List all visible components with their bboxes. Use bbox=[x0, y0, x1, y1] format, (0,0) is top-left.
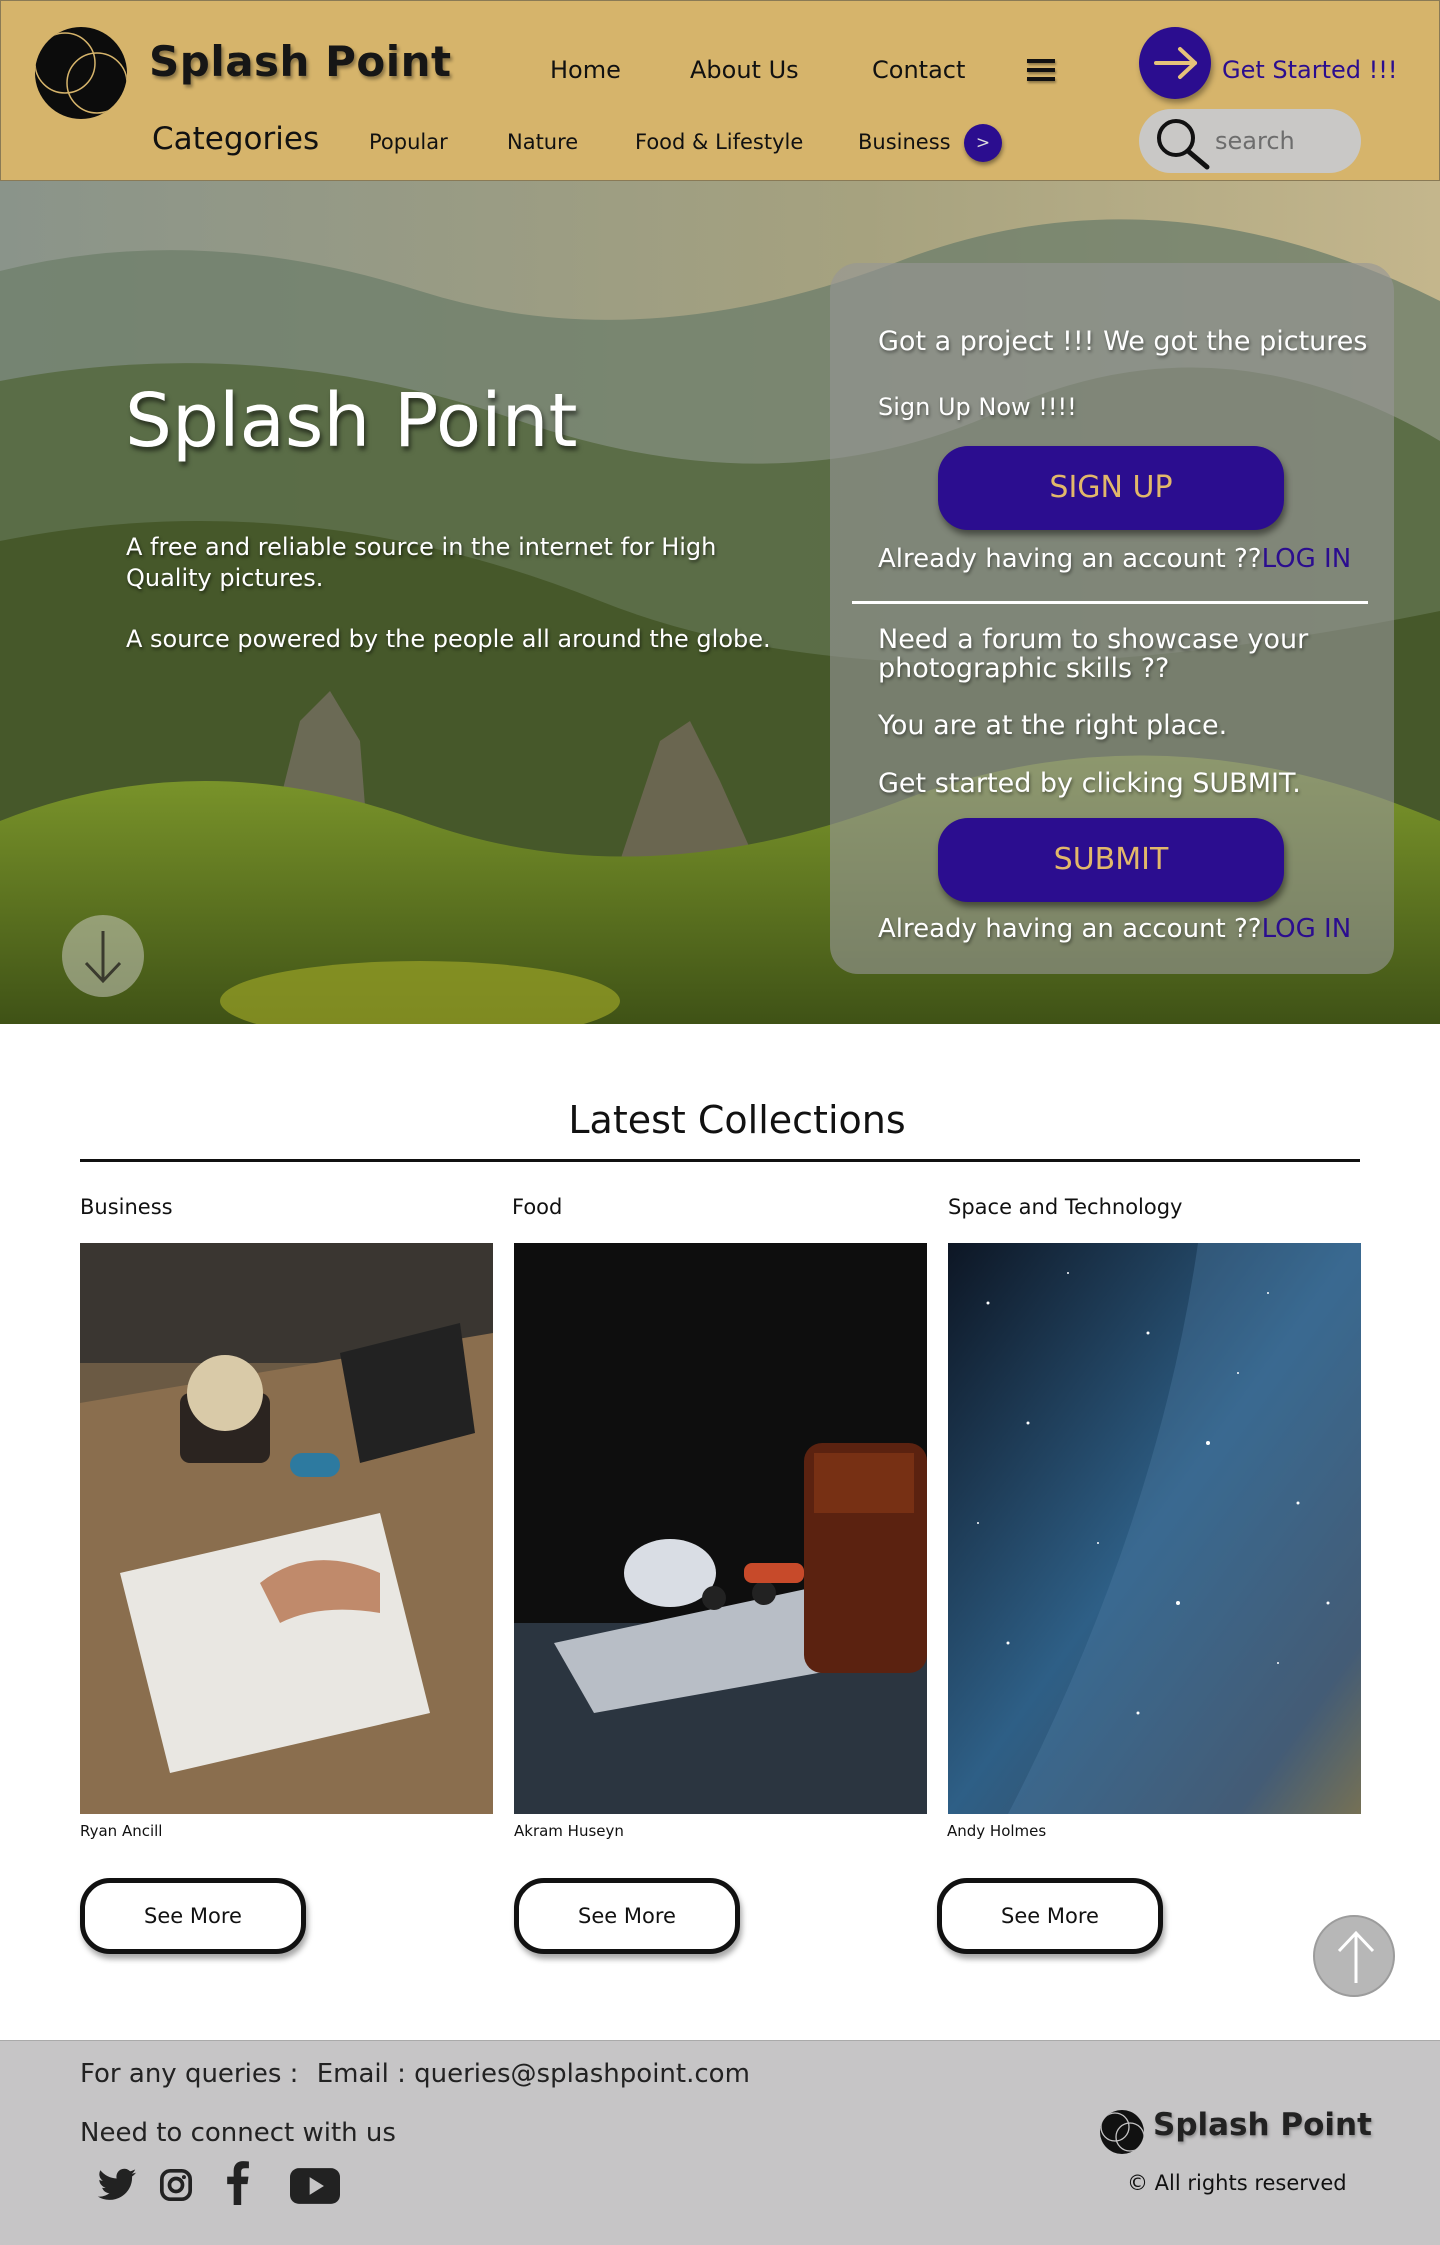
categories-label: Categories bbox=[152, 121, 320, 157]
signup-subtext: Sign Up Now !!!! bbox=[878, 393, 1077, 421]
youtube-icon[interactable] bbox=[290, 2168, 340, 2204]
scroll-down-button[interactable] bbox=[62, 915, 144, 997]
login-prompt: Already having an account ??LOG IN bbox=[878, 544, 1351, 574]
collection-image-space[interactable] bbox=[948, 1243, 1361, 1814]
account-question: Already having an account ?? bbox=[878, 914, 1262, 944]
category-food-lifestyle[interactable]: Food & Lifestyle bbox=[635, 130, 803, 154]
arrow-down-icon bbox=[84, 931, 122, 984]
category-popular[interactable]: Popular bbox=[369, 130, 448, 154]
twitter-icon[interactable] bbox=[96, 2168, 138, 2204]
category-nature[interactable]: Nature bbox=[507, 130, 578, 154]
category-business[interactable]: Business bbox=[858, 130, 951, 154]
submit-button[interactable]: SUBMIT bbox=[938, 818, 1284, 902]
login-link[interactable]: LOG IN bbox=[1262, 544, 1352, 574]
photo-credit: Ryan Ancill bbox=[80, 1822, 163, 1840]
hero-section: Splash Point A free and reliable source … bbox=[0, 181, 1440, 1024]
signup-heading: Got a project !!! We got the pictures bbox=[878, 326, 1368, 357]
back-to-top-button[interactable] bbox=[1313, 1915, 1395, 1997]
forum-line-1: You are at the right place. bbox=[878, 710, 1228, 741]
connect-label: Need to connect with us bbox=[80, 2118, 396, 2148]
login-prompt-2: Already having an account ??LOG IN bbox=[878, 914, 1351, 944]
collection-image-food[interactable] bbox=[514, 1243, 927, 1814]
collection-category: Business bbox=[80, 1195, 173, 1219]
see-more-button[interactable]: See More bbox=[80, 1878, 306, 1954]
search-input[interactable] bbox=[1215, 123, 1345, 159]
site-header: Splash Point Home About Us Contact Get S… bbox=[0, 0, 1440, 181]
login-link[interactable]: LOG IN bbox=[1262, 914, 1352, 944]
arrow-up-icon bbox=[1337, 1930, 1375, 1983]
email-label: Email : bbox=[316, 2059, 406, 2089]
collections-divider bbox=[80, 1159, 1360, 1162]
forum-heading: Need a forum to showcase your photograph… bbox=[878, 624, 1309, 684]
forum-line-2: Get started by clicking SUBMIT. bbox=[878, 768, 1301, 799]
menu-icon[interactable] bbox=[1027, 59, 1055, 83]
collections-title: Latest Collections bbox=[568, 1098, 906, 1142]
nav-about-us[interactable]: About Us bbox=[690, 56, 799, 84]
hero-title: Splash Point bbox=[125, 378, 578, 464]
signup-panel: Got a project !!! We got the pictures Si… bbox=[830, 263, 1394, 974]
photo-credit: Akram Huseyn bbox=[514, 1822, 624, 1840]
see-more-button[interactable]: See More bbox=[514, 1878, 740, 1954]
footer-logo-icon bbox=[1100, 2110, 1144, 2154]
email-link[interactable]: queries@splashpoint.com bbox=[414, 2059, 750, 2089]
queries-label: For any queries : bbox=[80, 2059, 299, 2089]
account-question: Already having an account ?? bbox=[878, 544, 1262, 574]
site-footer: For any queries : Email : queries@splash… bbox=[0, 2040, 1440, 2245]
contact-line: For any queries : Email : queries@splash… bbox=[80, 2059, 750, 2089]
arrow-right-icon bbox=[1154, 47, 1197, 79]
logo-icon[interactable] bbox=[35, 27, 127, 119]
copyright-text: © All rights reserved bbox=[1127, 2171, 1347, 2195]
collection-image-business[interactable] bbox=[80, 1243, 493, 1814]
panel-divider bbox=[852, 601, 1368, 604]
collection-category: Space and Technology bbox=[948, 1195, 1183, 1219]
collection-category: Food bbox=[512, 1195, 563, 1219]
nav-home[interactable]: Home bbox=[550, 56, 621, 84]
get-started-button[interactable] bbox=[1139, 27, 1211, 99]
search-icon[interactable] bbox=[1153, 115, 1213, 171]
instagram-icon[interactable] bbox=[159, 2168, 193, 2202]
brand-name[interactable]: Splash Point bbox=[149, 37, 452, 86]
hero-description: A free and reliable source in the intern… bbox=[126, 533, 717, 592]
photo-credit: Andy Holmes bbox=[947, 1822, 1047, 1840]
get-started-link[interactable]: Get Started !!! bbox=[1222, 56, 1398, 84]
search-box bbox=[1139, 109, 1361, 173]
footer-brand: Splash Point bbox=[1153, 2107, 1372, 2143]
see-more-button[interactable]: See More bbox=[937, 1878, 1163, 1954]
hero-tagline: A source powered by the people all aroun… bbox=[126, 625, 771, 653]
categories-next-button[interactable]: > bbox=[964, 124, 1002, 162]
nav-contact[interactable]: Contact bbox=[872, 56, 965, 84]
facebook-icon[interactable] bbox=[224, 2159, 250, 2205]
sign-up-button[interactable]: SIGN UP bbox=[938, 446, 1284, 530]
